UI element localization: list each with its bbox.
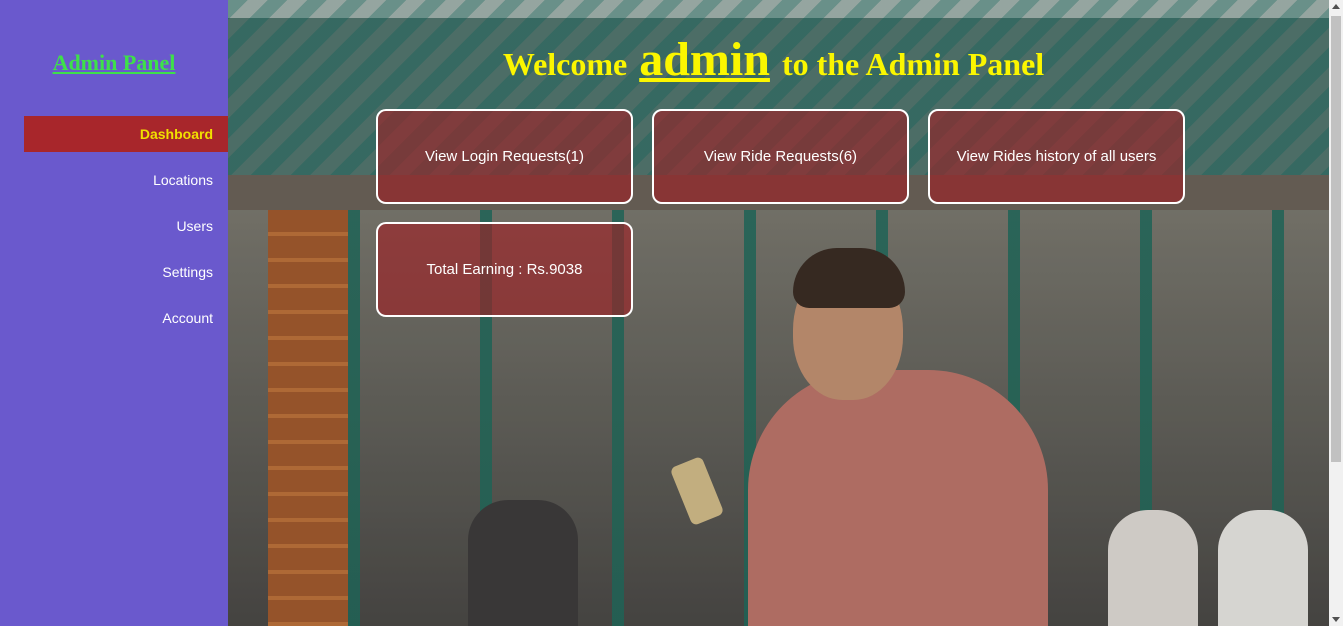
total-earning-card[interactable]: Total Earning : Rs.9038 [376,222,633,317]
sidebar-item-settings[interactable]: Settings [24,254,228,290]
welcome-prefix: Welcome [502,46,628,82]
page-title: Welcome admin to the Admin Panel [228,32,1319,87]
scroll-down-icon[interactable] [1332,617,1340,622]
brand-link[interactable]: Admin Panel [0,50,228,76]
welcome-suffix: to the Admin Panel [781,46,1045,82]
username-link[interactable]: admin [639,33,770,86]
sidebar-item-account[interactable]: Account [24,300,228,336]
rides-history-card[interactable]: View Rides history of all users [928,109,1185,204]
sidebar: Admin Panel Dashboard Locations Users Se… [0,0,228,626]
sidebar-item-dashboard[interactable]: Dashboard [24,116,228,152]
main-content: Welcome admin to the Admin Panel View Lo… [228,0,1329,626]
page: Admin Panel Dashboard Locations Users Se… [0,0,1343,626]
scroll-up-icon[interactable] [1332,4,1340,9]
vertical-scrollbar[interactable] [1329,0,1343,626]
sidebar-nav: Dashboard Locations Users Settings Accou… [24,116,228,346]
sidebar-item-locations[interactable]: Locations [24,162,228,198]
scroll-thumb[interactable] [1331,16,1341,462]
login-requests-card[interactable]: View Login Requests(1) [376,109,633,204]
ride-requests-card[interactable]: View Ride Requests(6) [652,109,909,204]
sidebar-item-users[interactable]: Users [24,208,228,244]
